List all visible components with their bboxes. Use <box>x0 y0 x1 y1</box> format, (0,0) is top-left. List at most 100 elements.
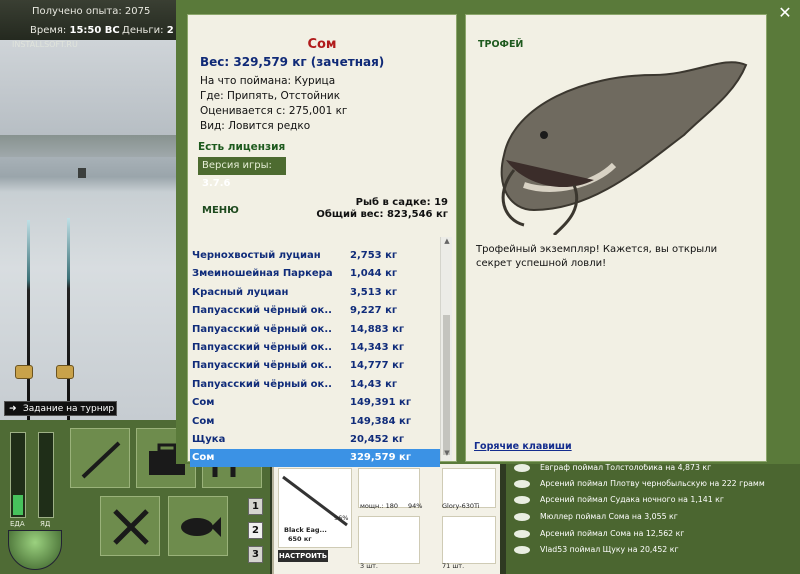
catch-list-row[interactable]: Папуасский чёрный ок... 14,883 кг <box>190 321 440 339</box>
fish-icon <box>514 464 530 472</box>
poison-meter <box>38 432 54 518</box>
keepnet-weight: Общий вес: 823,546 кг <box>316 209 448 220</box>
news-text: Арсений поймал Плотву чернобыльскую на 2… <box>540 479 765 488</box>
food-meter <box>10 432 26 518</box>
catch-fish-weight: 2,753 кг <box>350 250 398 261</box>
poison-label: ЯД <box>40 520 51 528</box>
keepnet-summary: Рыб в садке: 19 Общий вес: 823,546 кг <box>316 197 448 221</box>
time-label: Время: <box>30 25 67 36</box>
line-name: Glory-630Ti <box>442 502 480 510</box>
rod-name: Black Eag... <box>284 526 327 534</box>
hook-slot[interactable] <box>358 516 420 564</box>
menu-button[interactable]: МЕНЮ <box>202 205 239 216</box>
shoreline <box>0 135 176 157</box>
rod-weight: 650 кг <box>288 535 312 543</box>
food-pot-icon[interactable] <box>8 530 62 570</box>
catch-fish-name: Красный луциан <box>192 286 289 298</box>
news-item: Арсений поймал Плотву чернобыльскую на 2… <box>514 476 765 492</box>
trophy-card: ТРОФЕЙ Трофейный экземпляр! Кажется, вы … <box>465 14 767 462</box>
tune-button[interactable]: НАСТРОИТЬ <box>278 550 328 562</box>
catch-fish-weight: 14,777 кг <box>350 360 405 372</box>
catch-fish-name: Сом <box>192 452 215 464</box>
catch-fish-weight: 3,513 кг <box>350 286 398 298</box>
fishing-rod-1[interactable] <box>27 220 30 420</box>
news-item: Мюллер поймал Сома на 3,055 кг <box>514 509 678 525</box>
catch-fish-weight: 14,883 кг <box>350 323 405 335</box>
place-info: Где: Припять, Отстойник <box>200 90 341 102</box>
rod-icon <box>81 441 121 479</box>
fish-weight: Вес: 329,579 кг (зачетная) <box>200 55 385 69</box>
food-level-fill <box>13 494 23 515</box>
catch-list-row[interactable]: Папуасский чёрный ок... 14,43 кг <box>190 376 440 394</box>
close-icon[interactable]: ✕ <box>776 4 794 22</box>
page-3-button[interactable]: 3 <box>248 546 263 563</box>
catch-fish-name: Папуасский чёрный ок... <box>192 360 332 372</box>
news-text: Мюллер поймал Сома на 3,055 кг <box>540 512 678 521</box>
bait-slot[interactable] <box>442 516 496 564</box>
experience-label: Получено опыта: 2075 <box>32 6 151 17</box>
distant-hut <box>78 168 86 178</box>
catch-fish-weight: 9,227 кг <box>350 305 398 317</box>
catch-list-row[interactable]: Змеиношейная Паркера 1,044 кг <box>190 265 440 283</box>
catch-list: ▲ ▼ Чернохвостый луциан 2,753 кг Змеиношей… <box>190 237 454 468</box>
brand-watermark: INSTALLSOFT.RU <box>12 40 78 49</box>
catch-fish-weight: 329,579 кг <box>350 452 412 464</box>
news-item: Евграф поймал Толстолобика на 4,873 кг <box>514 464 711 476</box>
catch-list-scrollbar[interactable]: ▲ ▼ <box>440 237 452 461</box>
version-value: 3.7.6 <box>202 178 231 189</box>
reel-icon[interactable] <box>15 365 33 379</box>
catch-list-row[interactable]: Сом 329,579 кг <box>190 449 440 468</box>
catch-list-row[interactable]: Папуасский чёрный ок... 14,343 кг <box>190 339 440 357</box>
arrow-right-icon: ➜ <box>9 404 17 414</box>
hotkeys-link[interactable]: Горячие клавиши <box>474 441 572 452</box>
reel-power: мощн.: 180 <box>360 502 398 510</box>
fishing-scene[interactable]: INSTALLSOFT.RU <box>0 40 176 420</box>
catch-list-row[interactable]: Красный луциан 3,513 кг <box>190 284 440 302</box>
rarity-info: Вид: Ловится редко <box>200 120 311 132</box>
catch-list-row[interactable]: Сом 149,384 кг <box>190 413 440 431</box>
catfish-image <box>500 61 748 235</box>
fish-icon <box>514 546 530 554</box>
catch-fish-name: Змеиношейная Паркера <box>192 268 332 280</box>
catch-list-row[interactable]: Сом 149,391 кг <box>190 394 440 412</box>
news-text: Арсений поймал Судака ночного на 1,141 к… <box>540 495 724 504</box>
catch-fish-weight: 149,391 кг <box>350 397 412 409</box>
fishing-rod-2[interactable] <box>67 218 70 420</box>
catch-fish-name: Папуасский чёрный ок... <box>192 378 332 390</box>
page-1-button[interactable]: 1 <box>248 498 263 515</box>
page-2-button[interactable]: 2 <box>248 522 263 539</box>
fish-info-card: Сом Вес: 329,579 кг (зачетная) На что по… <box>187 14 457 468</box>
catch-fish-name: Папуасский чёрный ок... <box>192 305 332 317</box>
rods-tile[interactable] <box>70 428 130 488</box>
tools-tile[interactable] <box>100 496 160 556</box>
game-version: Версия игры: 3.7.6 <box>198 157 286 189</box>
catch-fish-name: Папуасский чёрный ок... <box>192 323 332 335</box>
fish-name: Сом <box>307 37 337 52</box>
money-value: 2 <box>166 25 174 36</box>
catch-list-row[interactable]: Чернохвостый луциан 2,753 кг <box>190 247 440 265</box>
catch-fish-name: Чернохвостый луциан <box>192 250 321 261</box>
bait-info: На что поймана: Курица <box>200 75 336 87</box>
catch-list-row[interactable]: Папуасский чёрный ок... 9,227 кг <box>190 302 440 320</box>
scroll-down-icon[interactable]: ▼ <box>441 449 453 461</box>
scroll-up-icon[interactable]: ▲ <box>441 237 453 249</box>
catch-fish-name: Сом <box>192 397 215 409</box>
fish-icon <box>514 480 530 488</box>
value-info: Оценивается с: 275,001 кг <box>200 105 348 117</box>
news-text: Vlad53 поймал Щуку на 20,452 кг <box>540 545 679 554</box>
money: Деньги: 2 <box>122 25 174 36</box>
fish-icon <box>514 530 530 538</box>
keepnet-count: Рыб в садке: 19 <box>355 197 448 208</box>
catch-list-row[interactable]: Папуасский чёрный ок... 14,777 кг <box>190 357 440 375</box>
tournament-task-button[interactable]: ➜ Задание на турнир <box>4 401 117 416</box>
catch-news-feed: Евграф поймал Толстолобика на 4,873 кг А… <box>506 464 800 574</box>
catch-list-row[interactable]: Щука 20,452 кг <box>190 431 440 449</box>
news-item: Арсений поймал Сома на 12,562 кг <box>514 526 684 542</box>
bait-count: 71 шт. <box>442 562 465 570</box>
scroll-thumb[interactable] <box>443 315 450 455</box>
game-time: Время: 15:50 ВС <box>30 25 120 36</box>
fish-tile[interactable] <box>168 496 228 556</box>
license-status: Есть лицензия <box>198 141 286 153</box>
reel-icon[interactable] <box>56 365 74 379</box>
trophy-message: Трофейный экземпляр! Кажется, вы открыли… <box>476 244 718 269</box>
